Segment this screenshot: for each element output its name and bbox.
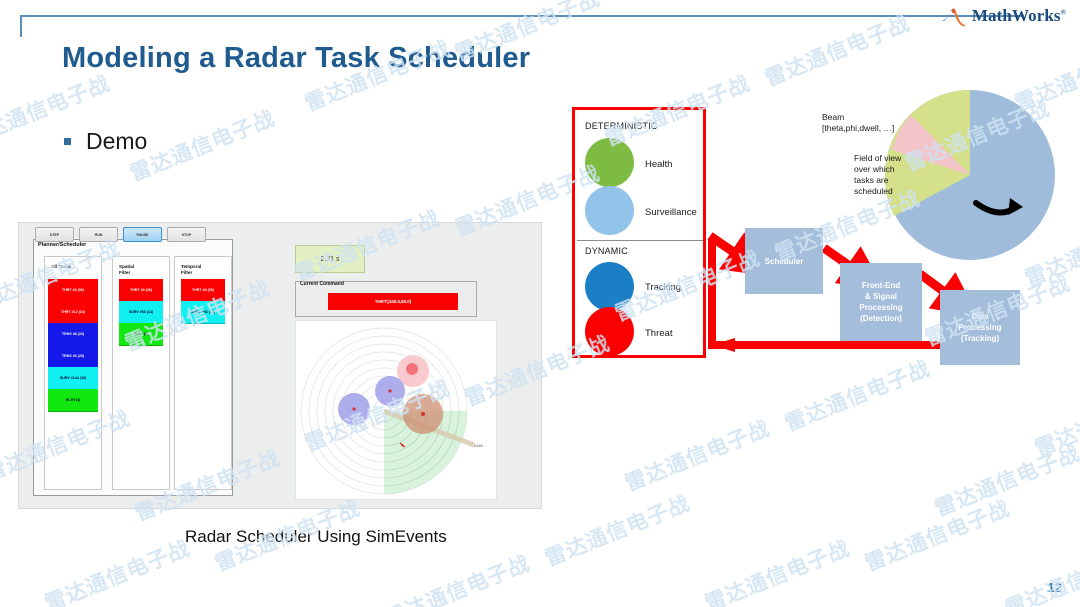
panel-title: Planner/Scheduler	[38, 242, 87, 248]
block-data-processing-label: Data Processing (Tracking)	[958, 312, 1002, 343]
task-block[interactable]: SURV #66 (14)	[119, 301, 163, 324]
legend-label-threat: Threat	[645, 328, 673, 339]
task-column-header: Spatial Filter	[119, 264, 135, 275]
page-title: Modeling a Radar Task Scheduler	[62, 42, 531, 74]
mathworks-logo: MathWorks®	[941, 4, 1066, 28]
control-button-stop[interactable]: STOP	[167, 227, 206, 242]
current-command-group: Current Command THRT:[340.0,80.0]	[295, 281, 477, 317]
radar-ppi-display: #160	[295, 320, 497, 500]
legend-label-tracking: Tracking	[645, 282, 682, 293]
legend-dot-tracking	[585, 262, 634, 311]
fov-annotation: Field of view over which tasks are sched…	[854, 153, 902, 196]
block-scheduler: Scheduler	[745, 228, 823, 294]
watermark-text: 雷达通信电子战	[861, 495, 1014, 576]
task-block[interactable]: THRT #0 (30)	[181, 279, 225, 302]
legend-label-health: Health	[645, 159, 673, 170]
watermark-text: 雷达通信电子战	[621, 415, 774, 496]
task-column-header: All Tasks	[51, 264, 71, 269]
top-rule-horizontal	[20, 15, 1022, 17]
legend-dot-health	[585, 138, 634, 187]
planner-scheduler-panel: Planner/Scheduler All Tasks THRT #0 (30) T…	[33, 239, 233, 496]
top-rule-vertical	[20, 15, 22, 37]
task-column-1[interactable]: Spatial Filter THRT #0 (30) SURV #66 (14) H…	[112, 256, 170, 490]
legend-section-deterministic-title: DETERMINISTIC	[585, 121, 658, 131]
beam-annotation: Beam [theta,phi,dwell, …]	[822, 112, 895, 133]
control-button-pause[interactable]: PAUSE	[123, 227, 162, 242]
watermark-text: 雷达通信电子战	[126, 105, 279, 186]
watermark-text: 雷达通信电子战	[761, 10, 914, 91]
mathworks-mark-icon	[941, 8, 965, 27]
radar-plot-svg: #160	[300, 327, 484, 495]
block-front-end-label: Front-End & Signal Processing (Detection…	[859, 281, 903, 323]
task-block[interactable]: HLTH (4)	[119, 323, 163, 346]
mathworks-trademark: ®	[1060, 8, 1066, 17]
watermark-text: 雷达通信电子战	[931, 440, 1080, 521]
bullet-item-demo: Demo	[64, 128, 147, 155]
watermark-text: 雷达通信电子战	[541, 490, 694, 571]
figure-caption: Radar Scheduler Using SimEvents	[185, 527, 447, 546]
control-button-run[interactable]: RUN	[79, 227, 118, 242]
field-of-view-svg	[884, 90, 1055, 260]
slide-root: MathWorks® Modeling a Radar Task Schedul…	[0, 0, 1080, 607]
watermark-text: 雷达通信电子战	[1001, 540, 1080, 607]
watermark-text: 雷达通信电子战	[701, 535, 854, 607]
task-block[interactable]: HLTH (4)	[48, 389, 98, 412]
task-block[interactable]: THRT #12 (24)	[48, 301, 98, 324]
legend-divider	[577, 240, 703, 241]
task-block[interactable]: TRKS #8 (22)	[48, 323, 98, 346]
watermark-text: 雷达通信电子战	[1031, 380, 1080, 461]
legend-section-dynamic-title: DYNAMIC	[585, 246, 628, 256]
task-column-0[interactable]: All Tasks THRT #0 (30) THRT #12 (24) TRKS #…	[44, 256, 102, 490]
simulation-timer: 2.21 s	[295, 245, 365, 273]
page-number: 12	[1047, 580, 1062, 595]
task-block[interactable]: THRT #0 (30)	[48, 279, 98, 302]
current-command-value: THRT:[340.0,80.0]	[328, 293, 458, 310]
task-column-2[interactable]: Temporal Filter THRT #0 (30) SURV #66 (14)	[174, 256, 232, 490]
watermark-text: 雷达通信电子战	[781, 355, 934, 436]
app-screenshot: Planner/Scheduler All Tasks THRT #0 (30) T…	[18, 222, 542, 509]
task-block[interactable]: SURV #144 (16)	[48, 367, 98, 390]
legend-dot-surveillance	[585, 186, 634, 235]
legend-label-surveillance: Surveillance	[645, 207, 697, 218]
control-button-step[interactable]: STEP	[35, 227, 74, 242]
mathworks-wordmark: MathWorks®	[971, 6, 1066, 25]
task-column-header: Temporal Filter	[181, 264, 202, 275]
current-command-label: Current Command	[300, 281, 344, 287]
task-block[interactable]: THRT #0 (30)	[119, 279, 163, 302]
watermark-text: 雷达通信电子战	[381, 550, 534, 607]
task-block[interactable]: SURV #66 (14)	[181, 301, 225, 324]
radar-range-label: #160	[474, 443, 484, 448]
bullet-label: Demo	[86, 128, 148, 154]
task-block[interactable]: TRKS #6 (20)	[48, 345, 98, 368]
block-scheduler-label: Scheduler	[764, 256, 804, 266]
watermark-text: 雷达通信电子战	[41, 535, 194, 607]
block-front-end-signal-processing: Front-End & Signal Processing (Detection…	[840, 263, 922, 341]
field-of-view-diagram	[880, 88, 1060, 268]
block-data-processing: Data Processing (Tracking)	[940, 290, 1020, 365]
legend-dot-threat	[585, 307, 634, 356]
task-type-legend: DETERMINISTIC Health Surveillance DYNAMI…	[572, 107, 706, 358]
bullet-square-icon	[64, 138, 71, 145]
